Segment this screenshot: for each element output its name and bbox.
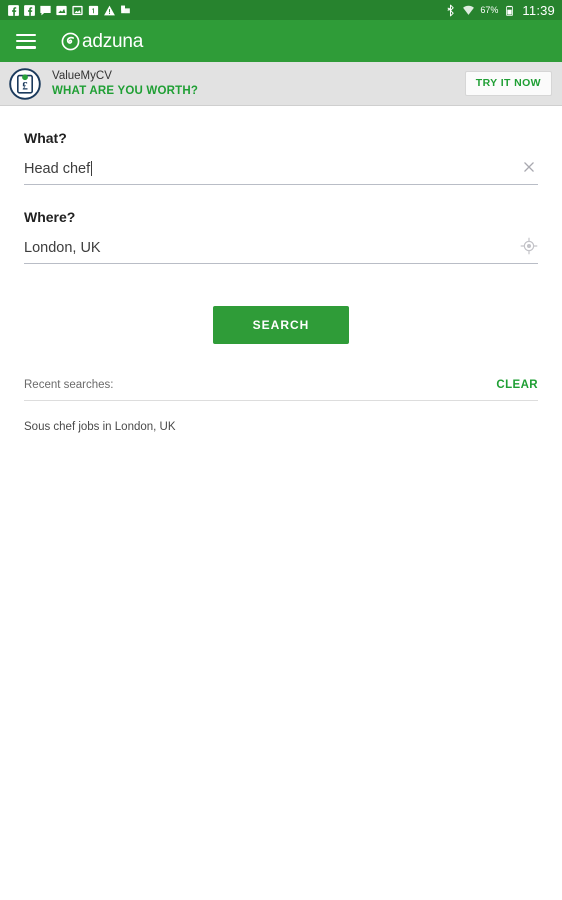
clear-x-icon[interactable]	[520, 158, 538, 176]
battery-percent-label: 67%	[480, 4, 499, 15]
what-input[interactable]: Head chef	[24, 159, 538, 179]
status-bar-clock: 11:39	[522, 2, 555, 18]
flag-icon	[121, 5, 130, 13]
search-button[interactable]: SEARCH	[213, 306, 349, 344]
battery-icon	[506, 5, 514, 16]
clipboard-pound-icon: £	[9, 67, 41, 100]
adzuna-logo-icon	[61, 32, 80, 50]
svg-text:£: £	[22, 80, 28, 92]
calendar-one-icon	[88, 5, 99, 15]
valuemycv-text-block: ValueMyCV WHAT ARE YOU WORTH?	[52, 70, 198, 98]
what-field[interactable]: Head chef	[24, 159, 538, 185]
warning-triangle-icon	[104, 5, 115, 15]
where-field[interactable]: London, UK	[24, 237, 538, 264]
valuemycv-subtitle: WHAT ARE YOU WORTH?	[52, 84, 199, 97]
clear-recent-searches-button[interactable]: CLEAR	[496, 379, 538, 391]
current-location-icon[interactable]	[520, 237, 538, 255]
what-field-label: What?	[24, 130, 67, 146]
try-it-now-button[interactable]: TRY IT NOW	[464, 71, 552, 96]
wifi-icon	[463, 5, 475, 15]
recent-searches-section: Recent searches: CLEAR Sous chef jobs in…	[24, 379, 538, 433]
brand-logo: adzuna	[61, 32, 143, 51]
brand-name: adzuna	[82, 30, 144, 52]
valuemycv-banner[interactable]: £ ValueMyCV WHAT ARE YOU WORTH? TRY IT N…	[0, 62, 562, 106]
recent-searches-header: Recent searches: CLEAR	[24, 379, 538, 401]
bluetooth-icon	[447, 4, 455, 16]
status-bar-notification-icons	[7, 4, 132, 17]
recent-search-item[interactable]: Sous chef jobs in London, UK	[24, 401, 538, 433]
text-cursor	[91, 161, 93, 176]
what-input-value: Head chef	[24, 161, 91, 177]
search-form: What? Head chef Where? London, UK SEARCH…	[0, 130, 562, 433]
status-bar-system-icons: 67% 11:39	[444, 4, 555, 17]
hamburger-menu-icon[interactable]	[16, 33, 36, 49]
facebook-icon	[8, 4, 19, 16]
app-bar: adzuna	[0, 20, 562, 62]
search-button-row: SEARCH	[24, 306, 538, 344]
photo-mail-icon	[72, 5, 83, 15]
valuemycv-title: ValueMyCV	[52, 69, 112, 82]
where-field-label: Where?	[24, 209, 76, 225]
where-input[interactable]: London, UK	[24, 238, 538, 258]
message-bubble-icon	[40, 5, 51, 15]
recent-searches-title: Recent searches:	[24, 379, 114, 391]
status-bar: 67% 11:39	[0, 0, 562, 20]
facebook-icon	[24, 4, 35, 16]
screenshot-icon	[56, 5, 67, 15]
